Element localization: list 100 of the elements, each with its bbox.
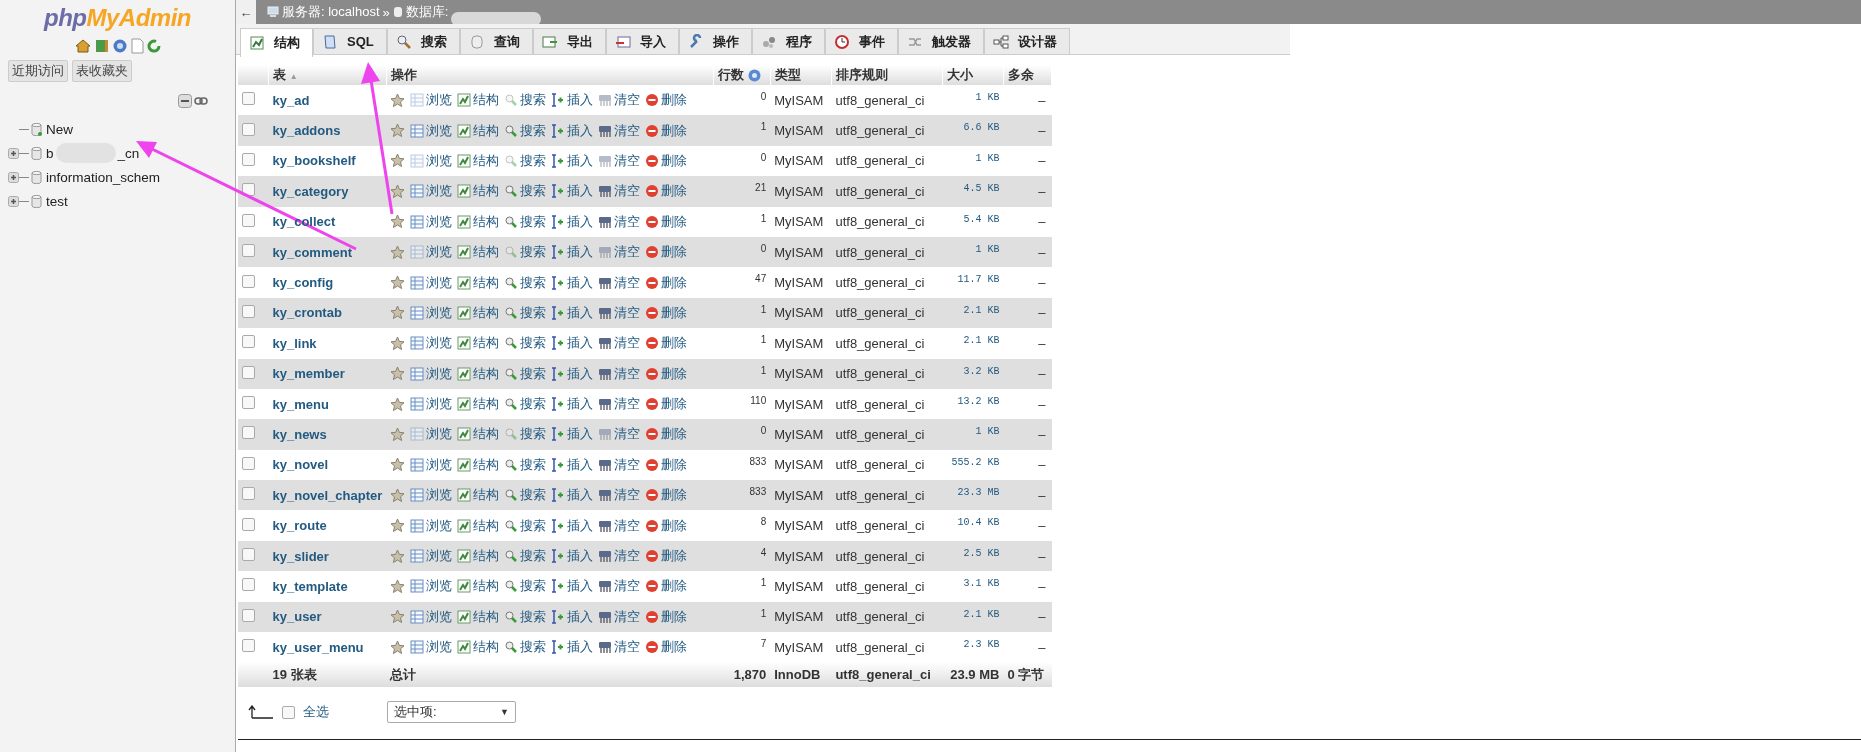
action-link[interactable]: 删除	[661, 334, 688, 353]
tab[interactable]: 程序	[751, 28, 825, 54]
table-size-link[interactable]: 3.2 KB	[963, 365, 1000, 377]
action-link[interactable]: 清空	[614, 486, 641, 505]
table-size-link[interactable]: 2.1 KB	[963, 304, 1000, 316]
chart-icon[interactable]	[457, 123, 472, 138]
action-link[interactable]: 浏览	[426, 547, 453, 566]
action-link[interactable]: 插入	[567, 395, 594, 414]
row-checkbox[interactable]	[242, 213, 255, 227]
action-link[interactable]: 浏览	[426, 638, 453, 657]
tab[interactable]: 导出	[532, 28, 606, 54]
action-link[interactable]: 结构	[473, 303, 500, 322]
action-link[interactable]: 结构	[473, 455, 500, 474]
insert-icon[interactable]	[551, 245, 566, 260]
table-name-link[interactable]: ky_novel	[272, 457, 329, 473]
delete-icon[interactable]	[645, 518, 660, 533]
delete-icon[interactable]	[645, 214, 660, 229]
chart-icon[interactable]	[249, 35, 265, 51]
table-name-link[interactable]: ky_link	[272, 335, 317, 351]
shredder-icon[interactable]	[598, 640, 613, 655]
action-link[interactable]: 浏览	[426, 364, 453, 383]
star-icon[interactable]	[390, 305, 406, 321]
star-icon[interactable]	[390, 123, 406, 139]
chart-icon[interactable]	[457, 427, 472, 442]
table-size-link[interactable]: 1 KB	[975, 426, 1000, 438]
search-icon[interactable]	[504, 214, 519, 229]
document-icon[interactable]	[322, 33, 338, 50]
action-link[interactable]: 插入	[567, 273, 594, 292]
insert-icon[interactable]	[551, 214, 566, 229]
action-link[interactable]: 清空	[614, 91, 641, 110]
import-icon[interactable]	[614, 33, 631, 50]
table-name-link[interactable]: ky_addons	[272, 123, 341, 139]
delete-icon[interactable]	[645, 397, 660, 412]
action-link[interactable]: 插入	[567, 455, 594, 474]
action-link[interactable]: 删除	[661, 547, 688, 566]
row-checkbox[interactable]	[242, 578, 255, 592]
action-link[interactable]: 清空	[614, 607, 641, 626]
action-link[interactable]: 插入	[567, 607, 594, 626]
action-link[interactable]: 结构	[473, 121, 500, 140]
action-link[interactable]: 结构	[473, 364, 500, 383]
action-link[interactable]: 搜索	[520, 121, 547, 140]
search-icon[interactable]	[504, 123, 519, 138]
action-link[interactable]: 清空	[614, 212, 641, 231]
bulk-action-dropdown[interactable]: 选中项: ▼	[387, 701, 516, 724]
action-link[interactable]: 结构	[473, 577, 500, 596]
action-link[interactable]: 插入	[567, 638, 594, 657]
chart-icon[interactable]	[457, 549, 472, 564]
action-link[interactable]: 插入	[567, 425, 594, 444]
row-checkbox[interactable]	[242, 517, 255, 531]
search-icon[interactable]	[504, 366, 519, 381]
action-link[interactable]: 结构	[473, 638, 500, 657]
action-link[interactable]: 搜索	[520, 455, 547, 474]
database-link[interactable]: b	[46, 145, 54, 161]
action-link[interactable]: 结构	[473, 273, 500, 292]
table-name-link[interactable]: ky_bookshelf	[272, 153, 356, 169]
action-link[interactable]: 搜索	[520, 334, 547, 353]
insert-icon[interactable]	[551, 184, 566, 199]
action-link[interactable]: 清空	[614, 303, 641, 322]
star-icon[interactable]	[390, 578, 406, 594]
table-icon[interactable]	[410, 305, 425, 320]
action-link[interactable]: 浏览	[426, 425, 453, 444]
insert-icon[interactable]	[551, 579, 566, 594]
star-icon[interactable]	[390, 487, 406, 503]
search-icon[interactable]	[504, 336, 519, 351]
action-link[interactable]: 浏览	[426, 577, 453, 596]
action-link[interactable]: 搜索	[520, 212, 547, 231]
search-icon[interactable]	[504, 184, 519, 199]
table-icon[interactable]	[410, 366, 425, 381]
action-link[interactable]: 搜索	[520, 607, 547, 626]
insert-icon[interactable]	[551, 93, 566, 108]
action-link[interactable]: 插入	[567, 121, 594, 140]
collapse-all-icon[interactable]	[178, 94, 192, 108]
search-icon[interactable]	[504, 579, 519, 594]
row-checkbox[interactable]	[242, 456, 255, 470]
row-checkbox[interactable]	[242, 92, 255, 106]
action-link[interactable]: 清空	[614, 121, 641, 140]
table-name-link[interactable]: ky_member	[272, 366, 345, 382]
row-checkbox[interactable]	[242, 639, 255, 653]
delete-icon[interactable]	[645, 123, 660, 138]
action-link[interactable]: 搜索	[520, 91, 547, 110]
action-link[interactable]: 结构	[473, 607, 500, 626]
insert-icon[interactable]	[551, 488, 566, 503]
table-size-link[interactable]: 13.2 KB	[957, 395, 1000, 407]
action-link[interactable]: 浏览	[426, 273, 453, 292]
action-link[interactable]: 删除	[661, 425, 688, 444]
row-checkbox[interactable]	[242, 304, 255, 318]
table-size-link[interactable]: 5.4 KB	[963, 213, 1000, 225]
reload-icon[interactable]	[146, 39, 161, 53]
table-size-link[interactable]: 10.4 KB	[957, 517, 1000, 529]
tab[interactable]: 设计器	[983, 28, 1070, 54]
action-link[interactable]: 删除	[661, 516, 688, 535]
table-icon[interactable]	[410, 397, 425, 412]
insert-icon[interactable]	[551, 427, 566, 442]
expand-icon[interactable]	[8, 147, 19, 159]
action-link[interactable]: 搜索	[520, 273, 547, 292]
clock-icon[interactable]	[833, 33, 850, 50]
chart-icon[interactable]	[457, 184, 472, 199]
star-icon[interactable]	[390, 366, 406, 382]
action-link[interactable]: 删除	[661, 486, 688, 505]
tab[interactable]: 结构	[240, 28, 313, 57]
